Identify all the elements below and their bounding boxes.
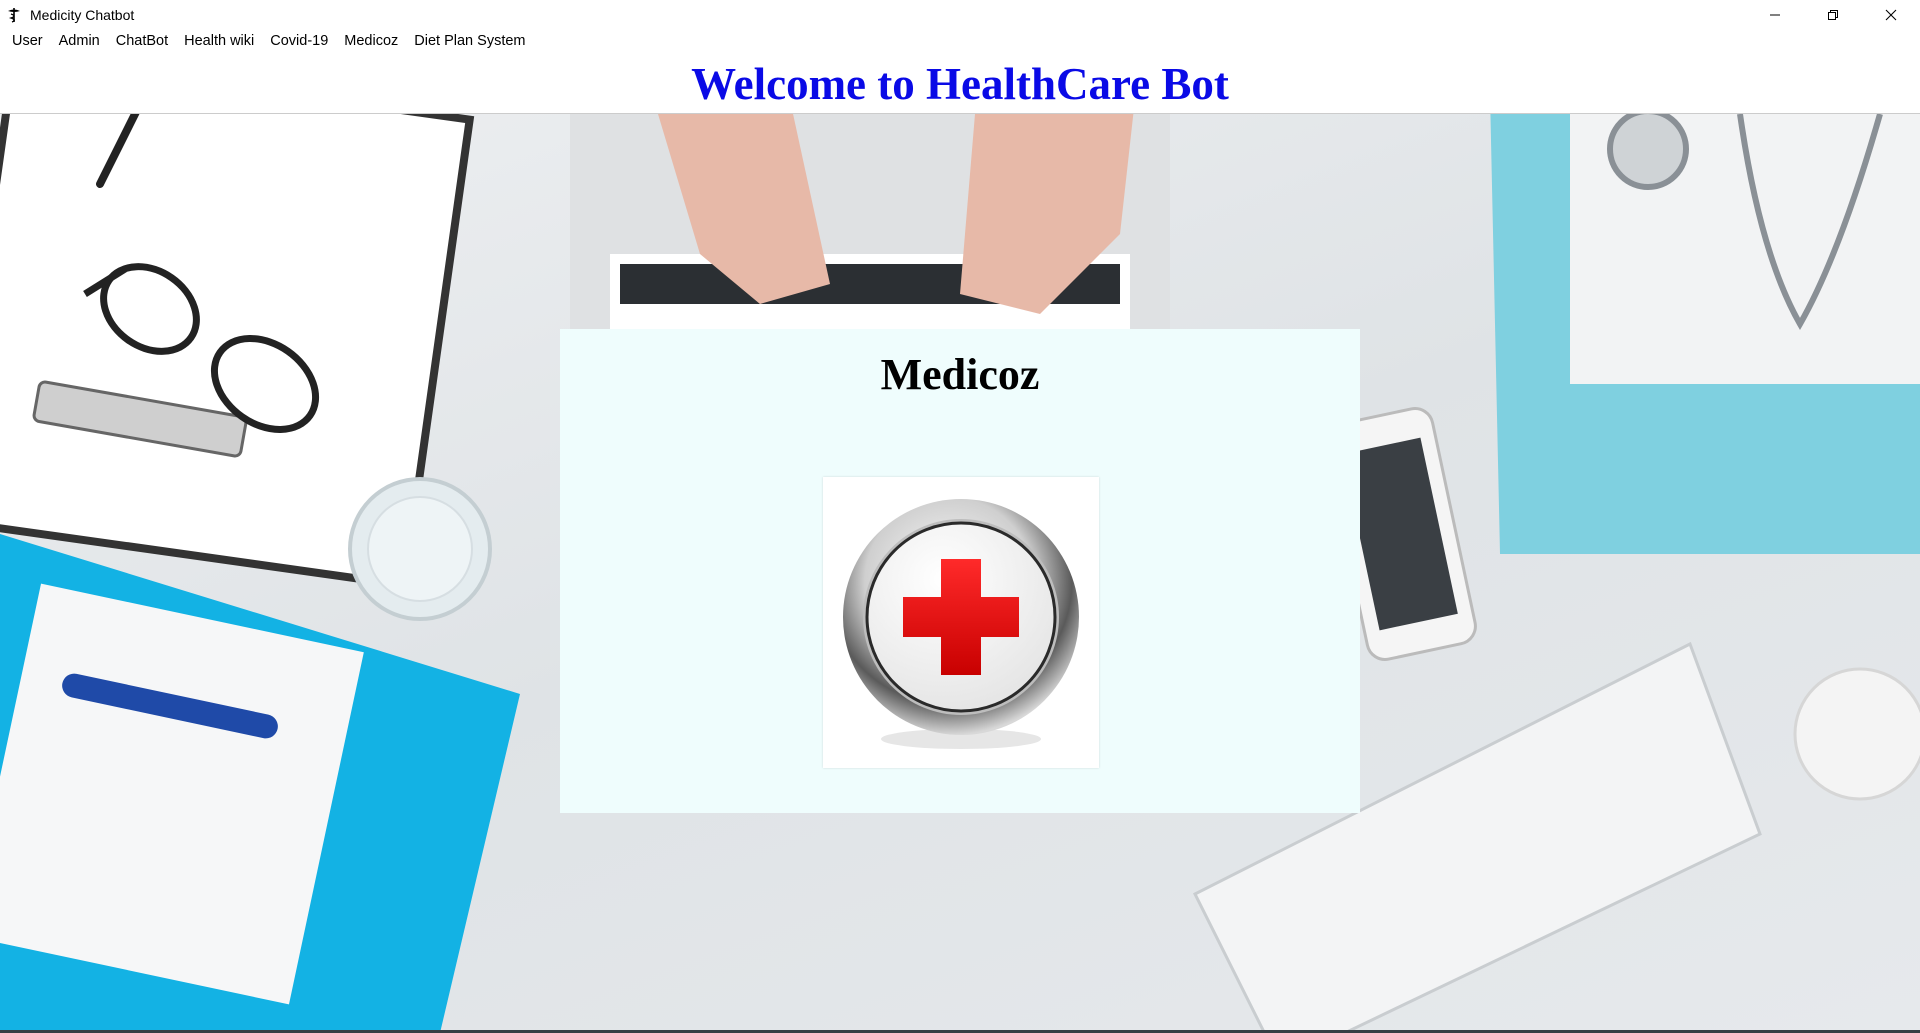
minimize-button[interactable] [1746,0,1804,29]
menu-item-diet-plan-system[interactable]: Diet Plan System [406,29,533,54]
water-glass-illustration [348,477,492,621]
close-button[interactable] [1862,0,1920,29]
panel-title: Medicoz [880,350,1040,399]
welcome-banner: Welcome to HealthCare Bot [0,54,1920,114]
caduceus-icon [8,7,20,23]
menu-item-medicoz[interactable]: Medicoz [336,29,406,54]
welcome-heading: Welcome to HealthCare Bot [691,58,1229,109]
window-title: Medicity Chatbot [30,6,135,23]
medicoz-panel: Medicoz [560,329,1360,813]
restore-button[interactable] [1804,0,1862,29]
menu-item-covid-19[interactable]: Covid-19 [262,29,336,54]
red-cross-icon [843,499,1079,749]
minimize-icon [1770,14,1780,15]
menu-item-health-wiki[interactable]: Health wiki [176,29,262,54]
restore-icon [1828,9,1838,20]
menu-item-chatbot[interactable]: ChatBot [108,29,176,54]
window-controls [1746,0,1920,29]
window-title-bar: Medicity Chatbot [0,0,1920,29]
menu-item-user[interactable]: User [4,29,51,54]
medicoz-logo [823,477,1099,768]
menu-item-admin[interactable]: Admin [51,29,108,54]
pen-cup-illustration [1793,667,1920,801]
close-icon [1885,9,1897,20]
menu-bar: User Admin ChatBot Health wiki Covid-19 … [0,29,1920,54]
